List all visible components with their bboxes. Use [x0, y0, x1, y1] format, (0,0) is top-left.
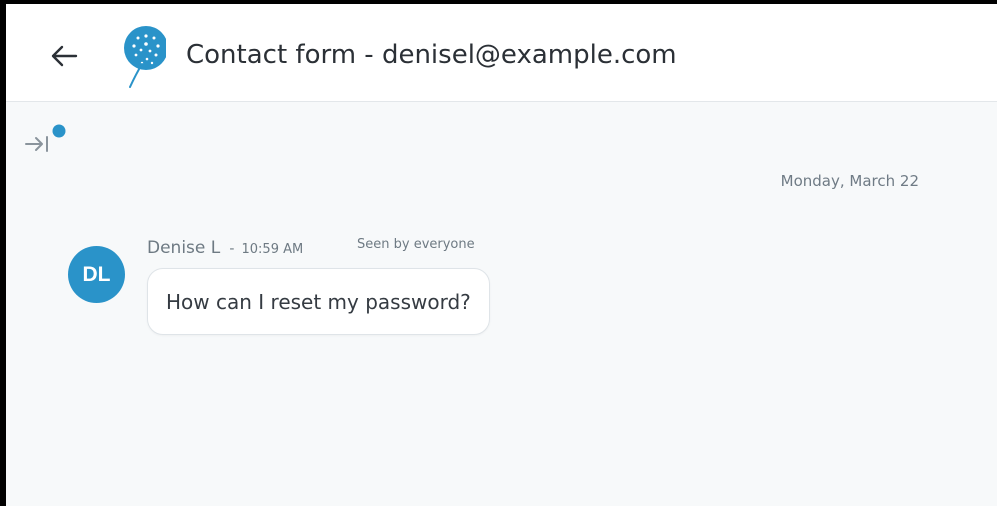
message-time: 10:59 AM — [241, 242, 304, 257]
sender-name: Denise L — [147, 238, 221, 258]
avatar[interactable]: DL — [68, 246, 125, 303]
sidebar-toggle-button[interactable] — [22, 124, 70, 156]
dandelion-logo-icon — [124, 26, 166, 88]
message-text: How can I reset my password? — [166, 289, 471, 314]
conversation-header: Contact form - denisel@example.com — [6, 4, 997, 102]
arrow-left-icon — [51, 45, 78, 67]
message-bubble[interactable]: How can I reset my password? — [147, 268, 490, 335]
date-separator: Monday, March 22 — [780, 172, 919, 190]
page-title: Contact form - denisel@example.com — [186, 40, 677, 70]
chat-window: Contact form - denisel@example.com Monda… — [0, 0, 997, 506]
back-button[interactable] — [46, 38, 82, 74]
message-meta: Denise L - 10:59 AM — [147, 238, 303, 258]
notification-dot — [52, 124, 66, 138]
seen-status: Seen by everyone — [357, 237, 475, 252]
meta-separator: - — [229, 241, 235, 257]
